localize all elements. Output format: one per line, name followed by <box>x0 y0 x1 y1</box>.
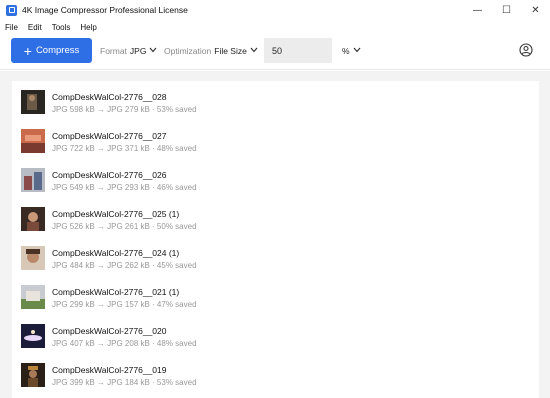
minimize-button[interactable]: — <box>463 0 492 20</box>
content-area: CompDeskWalCol-2776__028 JPG 598 kB → JP… <box>0 71 550 398</box>
list-item[interactable]: CompDeskWalCol-2776__021 (1) JPG 299 kB … <box>12 281 539 313</box>
file-name: CompDeskWalCol-2776__028 <box>52 92 167 102</box>
account-icon[interactable] <box>519 43 533 57</box>
chevron-down-icon <box>353 47 361 55</box>
file-stats: JPG 407 kB → JPG 208 kB · 48% saved <box>52 339 197 348</box>
file-stats: JPG 399 kB → JPG 184 kB · 53% saved <box>52 378 197 387</box>
optimization-dropdown[interactable]: Optimization File Size <box>164 46 258 56</box>
chevron-down-icon <box>250 47 258 55</box>
menu-bar: File Edit Tools Help <box>0 20 550 34</box>
format-dropdown[interactable]: Format JPG <box>100 46 157 56</box>
list-item[interactable]: CompDeskWalCol-2776__020 JPG 407 kB → JP… <box>12 320 539 352</box>
file-stats: JPG 484 kB → JPG 262 kB · 45% saved <box>52 261 197 270</box>
list-item[interactable]: CompDeskWalCol-2776__019 JPG 399 kB → JP… <box>12 359 539 391</box>
chevron-down-icon <box>149 47 157 55</box>
list-item[interactable]: CompDeskWalCol-2776__027 JPG 722 kB → JP… <box>12 125 539 157</box>
toolbar: + Compress Format JPG Optimization File … <box>0 34 550 70</box>
image-thumbnail <box>21 168 45 192</box>
image-thumbnail <box>21 363 45 387</box>
list-item[interactable]: CompDeskWalCol-2776__026 JPG 549 kB → JP… <box>12 164 539 196</box>
menu-file[interactable]: File <box>0 23 23 32</box>
optimization-value: File Size <box>214 46 247 56</box>
app-logo-icon <box>6 4 17 16</box>
plus-icon: + <box>23 42 32 59</box>
menu-edit[interactable]: Edit <box>23 23 47 32</box>
list-item[interactable]: CompDeskWalCol-2776__025 (1) JPG 526 kB … <box>12 203 539 235</box>
file-stats: JPG 299 kB → JPG 157 kB · 47% saved <box>52 300 197 309</box>
compress-button[interactable]: + Compress <box>11 38 92 63</box>
format-label: Format <box>100 46 127 56</box>
quality-input[interactable] <box>264 38 332 63</box>
unit-dropdown[interactable]: % <box>342 46 361 56</box>
file-name: CompDeskWalCol-2776__027 <box>52 131 167 141</box>
file-name: CompDeskWalCol-2776__020 <box>52 326 167 336</box>
window-controls: — ☐ ✕ <box>463 0 550 20</box>
file-stats: JPG 526 kB → JPG 261 kB · 50% saved <box>52 222 197 231</box>
compress-label: Compress <box>35 45 80 56</box>
menu-help[interactable]: Help <box>75 23 101 32</box>
file-name: CompDeskWalCol-2776__024 (1) <box>52 248 180 258</box>
window-title: 4K Image Compressor Professional License <box>22 5 188 15</box>
menu-tools[interactable]: Tools <box>47 23 76 32</box>
format-value: JPG <box>129 46 147 56</box>
image-thumbnail <box>21 285 45 309</box>
file-stats: JPG 722 kB → JPG 371 kB · 48% saved <box>52 144 197 153</box>
list-item[interactable]: CompDeskWalCol-2776__024 (1) JPG 484 kB … <box>12 242 539 274</box>
optimization-label: Optimization <box>164 46 212 56</box>
image-thumbnail <box>21 324 45 348</box>
file-stats: JPG 549 kB → JPG 293 kB · 46% saved <box>52 183 197 192</box>
maximize-button[interactable]: ☐ <box>492 0 521 20</box>
file-name: CompDeskWalCol-2776__021 (1) <box>52 287 180 297</box>
image-thumbnail <box>21 129 45 153</box>
file-name: CompDeskWalCol-2776__019 <box>52 365 167 375</box>
list-item[interactable]: CompDeskWalCol-2776__028 JPG 598 kB → JP… <box>12 86 539 118</box>
image-thumbnail <box>21 90 45 114</box>
file-name: CompDeskWalCol-2776__026 <box>52 170 167 180</box>
image-thumbnail <box>21 207 45 231</box>
unit-value: % <box>342 46 350 56</box>
file-stats: JPG 598 kB → JPG 279 kB · 53% saved <box>52 105 197 114</box>
file-name: CompDeskWalCol-2776__025 (1) <box>52 209 180 219</box>
image-thumbnail <box>21 246 45 270</box>
title-bar: 4K Image Compressor Professional License… <box>0 0 550 20</box>
file-list: CompDeskWalCol-2776__028 JPG 598 kB → JP… <box>12 81 539 398</box>
close-button[interactable]: ✕ <box>521 0 550 20</box>
